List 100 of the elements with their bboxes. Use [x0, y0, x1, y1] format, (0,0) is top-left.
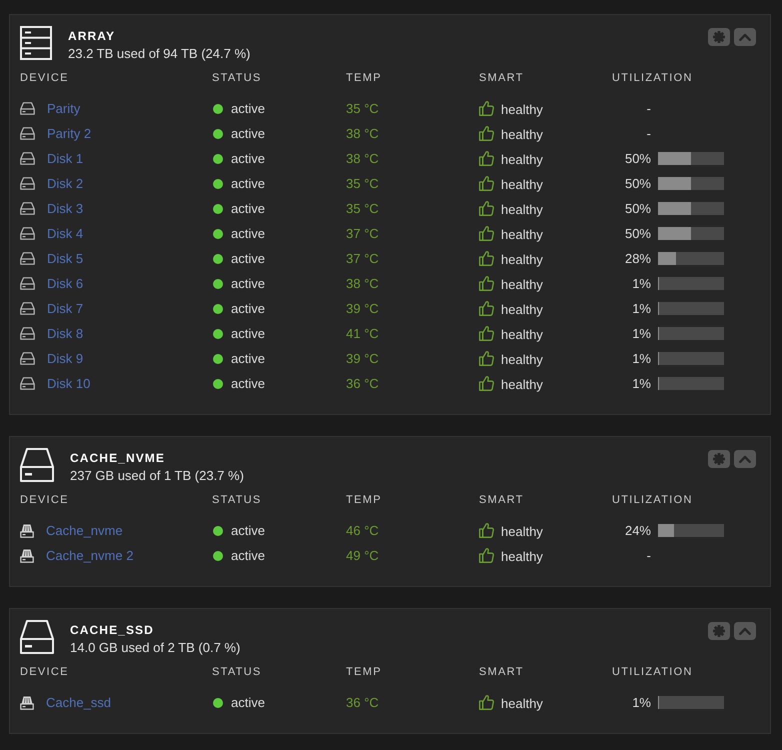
settings-button[interactable]: [708, 28, 730, 46]
thumbs-up-icon: [479, 324, 494, 340]
device-link[interactable]: Disk 9: [47, 351, 84, 366]
device-link[interactable]: Disk 3: [47, 201, 84, 216]
device-link[interactable]: Disk 7: [47, 301, 84, 316]
hard-drive-icon: [20, 352, 35, 365]
temperature-text: 39 °C: [346, 351, 379, 366]
ssd-icon: [20, 696, 34, 710]
device-link[interactable]: Parity: [47, 101, 80, 116]
device-link[interactable]: Disk 5: [47, 251, 84, 266]
utilization-text: 28%: [624, 251, 651, 266]
thumbs-up-icon: [479, 300, 494, 316]
column-header: DEVICE: [20, 72, 70, 84]
device-link[interactable]: Cache_nvme 2: [46, 548, 134, 563]
usage-text: 14.0 GB used of 2 TB (0.7 %): [70, 640, 242, 655]
status-text: active: [231, 301, 265, 316]
smart-status-text: healthy: [501, 127, 543, 142]
temperature-text: 39 °C: [346, 301, 379, 316]
collapse-button[interactable]: [734, 622, 756, 640]
thumbs-up-icon: [479, 150, 494, 166]
device-link[interactable]: Disk 4: [47, 226, 84, 241]
device-link[interactable]: Cache_nvme: [46, 523, 123, 538]
smart-status-text: healthy: [501, 549, 543, 564]
hard-drive-icon: [20, 202, 35, 215]
temperature-text: 35 °C: [346, 176, 379, 191]
collapse-button[interactable]: [734, 28, 756, 46]
utilization-text: 50%: [624, 151, 651, 166]
utilization-text: 1%: [631, 351, 651, 366]
column-header: TEMP: [346, 72, 383, 84]
status-text: active: [231, 548, 265, 563]
smart-status-text: healthy: [501, 377, 543, 392]
smart-status-text: healthy: [501, 177, 543, 192]
usage-text: 23.2 TB used of 94 TB (24.7 %): [68, 46, 252, 61]
column-header: STATUS: [212, 494, 263, 506]
gear-icon: [713, 625, 725, 637]
status-text: active: [231, 201, 265, 216]
status-text: active: [231, 695, 265, 710]
status-text: active: [231, 176, 265, 191]
device-link[interactable]: Disk 6: [47, 276, 84, 291]
utilization-text: -: [646, 548, 651, 563]
device-link[interactable]: Parity 2: [47, 126, 92, 141]
status-text: active: [231, 126, 265, 141]
server-stack-icon: [20, 26, 52, 60]
chevron-up-icon: [739, 33, 751, 41]
thumbs-up-icon: [479, 274, 494, 290]
device-link[interactable]: Disk 1: [47, 151, 84, 166]
smart-status-text: healthy: [501, 327, 543, 342]
device-link[interactable]: Disk 8: [47, 326, 84, 341]
collapse-button[interactable]: [734, 450, 756, 468]
thumbs-up-icon: [479, 374, 494, 390]
utilization-text: -: [646, 126, 651, 141]
status-text: active: [231, 251, 265, 266]
settings-button[interactable]: [708, 622, 730, 640]
column-header: UTILIZATION: [612, 494, 694, 506]
smart-status-text: healthy: [501, 227, 543, 242]
settings-button[interactable]: [708, 450, 730, 468]
thumbs-up-icon: [479, 100, 494, 116]
status-dot-icon: [213, 178, 223, 188]
status-text: active: [231, 151, 265, 166]
thumbs-up-icon: [479, 200, 494, 216]
hard-drive-icon: [20, 327, 35, 340]
status-text: active: [231, 101, 265, 116]
chevron-up-icon: [739, 455, 751, 463]
device-link[interactable]: Disk 10: [47, 376, 90, 391]
status-dot-icon: [213, 278, 223, 288]
status-text: active: [231, 523, 265, 538]
thumbs-up-icon: [479, 522, 494, 538]
status-dot-icon: [213, 254, 223, 264]
smart-status-text: healthy: [501, 352, 543, 367]
device-link[interactable]: Cache_ssd: [46, 695, 112, 710]
hard-drive-icon: [20, 102, 35, 115]
ssd-icon: [20, 524, 34, 538]
temperature-text: 41 °C: [346, 326, 379, 341]
utilization-text: 50%: [624, 176, 651, 191]
column-header: UTILIZATION: [612, 666, 694, 678]
status-dot-icon: [213, 104, 223, 114]
thumbs-up-icon: [479, 174, 494, 190]
status-dot-icon: [213, 304, 223, 314]
chevron-up-icon: [739, 627, 751, 635]
utilization-text: 1%: [631, 695, 651, 710]
temperature-text: 38 °C: [346, 126, 379, 141]
status-dot-icon: [213, 550, 223, 560]
status-dot-icon: [213, 154, 223, 164]
column-header: STATUS: [212, 72, 263, 84]
smart-status-text: healthy: [501, 252, 543, 267]
hard-drive-icon: [20, 177, 35, 190]
hard-drive-icon: [20, 302, 35, 315]
smart-status-text: healthy: [501, 696, 543, 711]
status-dot-icon: [213, 128, 223, 138]
temperature-text: 49 °C: [346, 548, 379, 563]
device-link[interactable]: Disk 2: [47, 176, 84, 191]
utilization-text: 1%: [631, 376, 651, 391]
hard-drive-icon: [20, 127, 35, 140]
column-header: SMART: [479, 494, 525, 506]
column-header: SMART: [479, 666, 525, 678]
utilization-text: 1%: [631, 276, 651, 291]
status-text: active: [231, 351, 265, 366]
thumbs-up-icon: [479, 350, 494, 366]
utilization-text: 24%: [624, 523, 651, 538]
pool-title: CACHE_NVME: [70, 451, 166, 465]
